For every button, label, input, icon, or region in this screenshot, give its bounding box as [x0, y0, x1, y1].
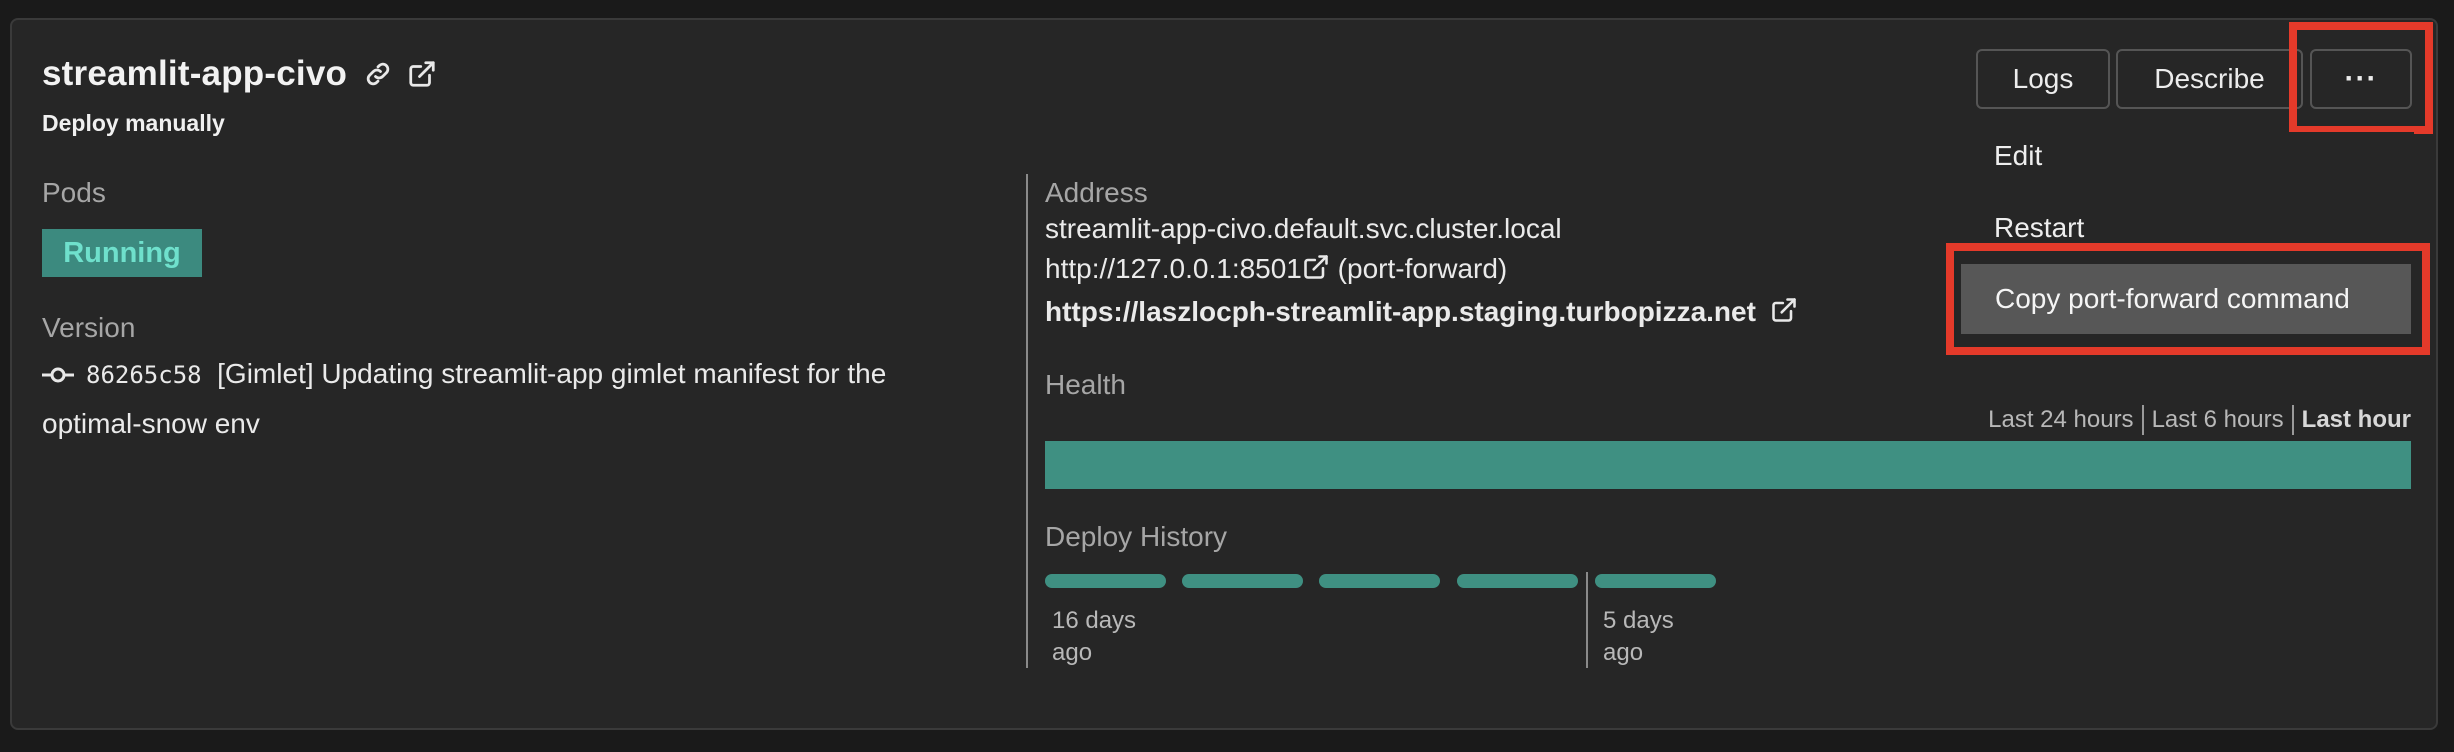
commit-message-cont: optimal-snow env [42, 407, 260, 439]
menu-item-edit[interactable]: Edit [1994, 140, 2042, 172]
deploy-history-segment[interactable] [1182, 574, 1303, 588]
deploy-mode: Deploy manually [42, 110, 225, 136]
link-icon[interactable] [363, 58, 397, 92]
health-label: Health [1045, 369, 1126, 400]
deploy-history-marker: 5 days ago [1603, 605, 1674, 669]
address-block: streamlit-app-civo.default.svc.cluster.l… [1045, 209, 1798, 335]
deploy-history-marker: 16 days ago [1052, 605, 1136, 669]
port-forward-note: (port-forward) [1337, 253, 1508, 284]
pods-label: Pods [42, 177, 106, 208]
menu-item-restart[interactable]: Restart [1994, 212, 2084, 244]
address-label: Address [1045, 177, 1148, 208]
public-url-link[interactable]: https://laszlocph-streamlit-app.staging.… [1045, 296, 1756, 327]
commit-message: [Gimlet] Updating streamlit-app gimlet m… [217, 358, 887, 389]
range-divider [2141, 405, 2144, 435]
pod-status-badge: Running [42, 229, 202, 277]
marker-text: ago [1603, 639, 1644, 666]
health-range-selector: Last 24 hours Last 6 hours Last hour [1988, 405, 2411, 435]
service-name: streamlit-app-civo [42, 54, 348, 93]
internal-address: streamlit-app-civo.default.svc.cluster.l… [1045, 213, 1562, 244]
deploy-history-label: Deploy History [1045, 521, 1228, 552]
deploy-history-segment[interactable] [1319, 574, 1440, 588]
deploy-history-segment[interactable] [1595, 574, 1716, 588]
external-link-icon[interactable] [407, 58, 441, 92]
version-label: Version [42, 312, 136, 343]
marker-text: 16 days [1052, 607, 1137, 634]
range-6h[interactable]: Last 6 hours [2152, 406, 2284, 434]
logs-button[interactable]: Logs [1976, 49, 2110, 109]
marker-text: ago [1052, 639, 1093, 666]
highlight-box [1946, 243, 2430, 355]
column-divider [1026, 174, 1028, 668]
range-1h[interactable]: Last hour [2302, 406, 2411, 434]
describe-button[interactable]: Describe [2116, 49, 2303, 109]
health-bar [1045, 441, 2411, 489]
deploy-history-segment[interactable] [1045, 574, 1166, 588]
deploy-history-marker-line [1586, 572, 1588, 668]
deploy-history-segment[interactable] [1457, 574, 1578, 588]
highlight-box [2289, 22, 2433, 134]
marker-text: 5 days [1603, 607, 1674, 634]
version-info: 86265c58 [Gimlet] Updating streamlit-app… [42, 350, 1002, 448]
external-link-icon[interactable] [1770, 295, 1798, 335]
commit-hash[interactable]: 86265c58 [86, 361, 202, 389]
commit-icon [42, 352, 74, 400]
external-link-icon[interactable] [1302, 252, 1330, 292]
local-url-link[interactable]: http://127.0.0.1:8501 [1045, 253, 1302, 284]
service-title: streamlit-app-civo [42, 54, 441, 94]
range-24h[interactable]: Last 24 hours [1988, 406, 2133, 434]
range-divider [2291, 405, 2294, 435]
